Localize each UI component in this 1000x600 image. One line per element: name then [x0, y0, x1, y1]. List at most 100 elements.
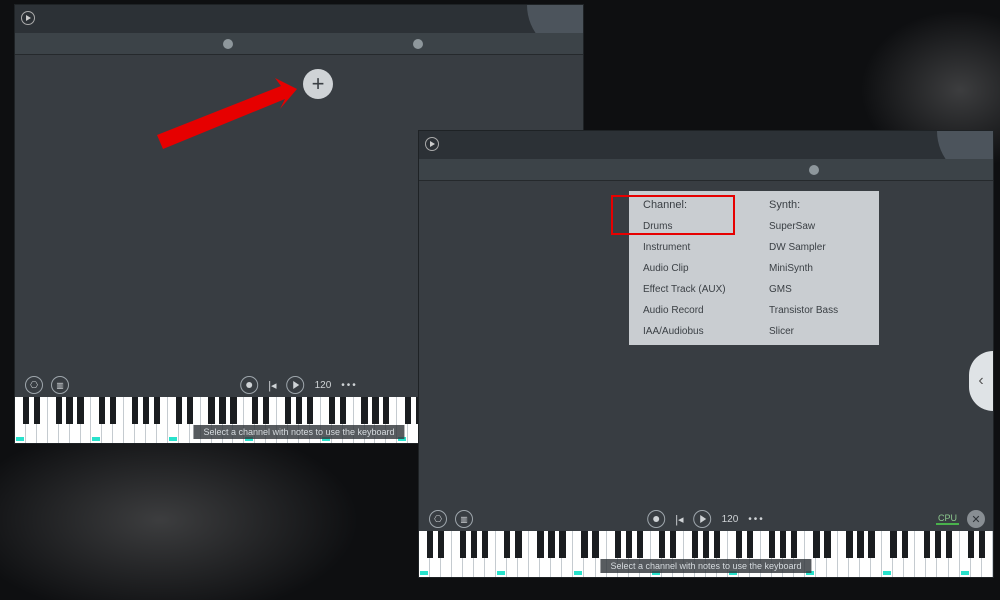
piano-black-key[interactable]: [946, 531, 952, 558]
timeline-marker[interactable]: [413, 39, 423, 49]
piano-black-key[interactable]: [438, 531, 444, 558]
piano-keyboard[interactable]: Select a channel with notes to use the k…: [419, 531, 993, 577]
piano-black-key[interactable]: [780, 531, 786, 558]
piano-black-key[interactable]: [296, 397, 302, 424]
piano-black-key[interactable]: [263, 397, 269, 424]
piano-black-key[interactable]: [56, 397, 62, 424]
piano-black-key[interactable]: [504, 531, 510, 558]
play-button[interactable]: [287, 376, 305, 394]
piano-black-key[interactable]: [383, 397, 389, 424]
piano-black-key[interactable]: [559, 531, 565, 558]
piano-black-key[interactable]: [66, 397, 72, 424]
piano-black-key[interactable]: [626, 531, 632, 558]
piano-black-key[interactable]: [99, 397, 105, 424]
menu-item-supersaw[interactable]: SuperSaw: [769, 221, 865, 232]
piano-black-key[interactable]: [968, 531, 974, 558]
timeline-ruler[interactable]: [419, 159, 993, 181]
piano-black-key[interactable]: [979, 531, 985, 558]
keyboard-button[interactable]: ▥: [51, 376, 69, 394]
piano-black-key[interactable]: [252, 397, 258, 424]
menu-item-slicer[interactable]: Slicer: [769, 326, 865, 337]
close-keyboard-button[interactable]: ✕: [967, 510, 985, 528]
piano-black-key[interactable]: [361, 397, 367, 424]
piano-black-key[interactable]: [110, 397, 116, 424]
piano-black-key[interactable]: [935, 531, 941, 558]
keyboard-button[interactable]: ▥: [455, 510, 473, 528]
piano-black-key[interactable]: [329, 397, 335, 424]
piano-black-key[interactable]: [482, 531, 488, 558]
piano-black-key[interactable]: [208, 397, 214, 424]
piano-black-key[interactable]: [548, 531, 554, 558]
piano-black-key[interactable]: [230, 397, 236, 424]
piano-black-key[interactable]: [692, 531, 698, 558]
menu-item-audio-record[interactable]: Audio Record: [643, 305, 739, 316]
side-expand-handle[interactable]: ‹: [969, 351, 993, 411]
timeline-play-icon[interactable]: [425, 137, 439, 151]
piano-black-key[interactable]: [857, 531, 863, 558]
piano-black-key[interactable]: [219, 397, 225, 424]
piano-black-key[interactable]: [670, 531, 676, 558]
skip-back-icon[interactable]: |◂: [675, 513, 683, 526]
record-button[interactable]: [240, 376, 258, 394]
menu-item-instrument[interactable]: Instrument: [643, 242, 739, 253]
piano-black-key[interactable]: [471, 531, 477, 558]
piano-black-key[interactable]: [703, 531, 709, 558]
piano-black-key[interactable]: [154, 397, 160, 424]
piano-black-key[interactable]: [285, 397, 291, 424]
piano-black-key[interactable]: [34, 397, 40, 424]
piano-black-key[interactable]: [176, 397, 182, 424]
piano-black-key[interactable]: [372, 397, 378, 424]
mixer-button[interactable]: ⎔: [429, 510, 447, 528]
piano-black-key[interactable]: [405, 397, 411, 424]
piano-black-key[interactable]: [581, 531, 587, 558]
menu-item-dw-sampler[interactable]: DW Sampler: [769, 242, 865, 253]
piano-black-key[interactable]: [890, 531, 896, 558]
piano-black-key[interactable]: [868, 531, 874, 558]
piano-black-key[interactable]: [132, 397, 138, 424]
piano-black-key[interactable]: [615, 531, 621, 558]
menu-item-audio-clip[interactable]: Audio Clip: [643, 263, 739, 274]
piano-black-key[interactable]: [902, 531, 908, 558]
piano-black-key[interactable]: [515, 531, 521, 558]
piano-black-key[interactable]: [23, 397, 29, 424]
piano-black-key[interactable]: [791, 531, 797, 558]
skip-back-icon[interactable]: |◂: [268, 379, 276, 392]
timeline-marker[interactable]: [223, 39, 233, 49]
piano-black-key[interactable]: [824, 531, 830, 558]
piano-black-key[interactable]: [659, 531, 665, 558]
piano-black-key[interactable]: [187, 397, 193, 424]
tempo-display[interactable]: 120: [315, 380, 332, 391]
more-button[interactable]: •••: [748, 514, 765, 525]
timeline-marker[interactable]: [809, 165, 819, 175]
tempo-display[interactable]: 120: [722, 514, 739, 525]
menu-item-iaa-audiobus[interactable]: IAA/Audiobus: [643, 326, 739, 337]
menu-item-gms[interactable]: GMS: [769, 284, 865, 295]
menu-item-transistor-bass[interactable]: Transistor Bass: [769, 305, 865, 316]
menu-item-minisynth[interactable]: MiniSynth: [769, 263, 865, 274]
piano-black-key[interactable]: [813, 531, 819, 558]
piano-black-key[interactable]: [747, 531, 753, 558]
piano-black-key[interactable]: [143, 397, 149, 424]
piano-black-key[interactable]: [537, 531, 543, 558]
track-area[interactable]: ‹ Channel: Drums Instrument Audio Clip E…: [419, 181, 993, 507]
piano-black-key[interactable]: [714, 531, 720, 558]
piano-black-key[interactable]: [924, 531, 930, 558]
timeline-play-icon[interactable]: [21, 11, 35, 25]
piano-black-key[interactable]: [427, 531, 433, 558]
play-button[interactable]: [694, 510, 712, 528]
piano-black-key[interactable]: [77, 397, 83, 424]
piano-black-key[interactable]: [340, 397, 346, 424]
piano-black-key[interactable]: [592, 531, 598, 558]
mixer-button[interactable]: ⎔: [25, 376, 43, 394]
piano-black-key[interactable]: [460, 531, 466, 558]
more-button[interactable]: •••: [341, 380, 358, 391]
piano-black-key[interactable]: [846, 531, 852, 558]
menu-item-effect-track[interactable]: Effect Track (AUX): [643, 284, 739, 295]
piano-black-key[interactable]: [736, 531, 742, 558]
record-button[interactable]: [647, 510, 665, 528]
piano-black-key[interactable]: [307, 397, 313, 424]
timeline-ruler[interactable]: [15, 33, 583, 55]
piano-black-key[interactable]: [769, 531, 775, 558]
piano-black-key[interactable]: [637, 531, 643, 558]
add-channel-button[interactable]: +: [303, 69, 333, 99]
